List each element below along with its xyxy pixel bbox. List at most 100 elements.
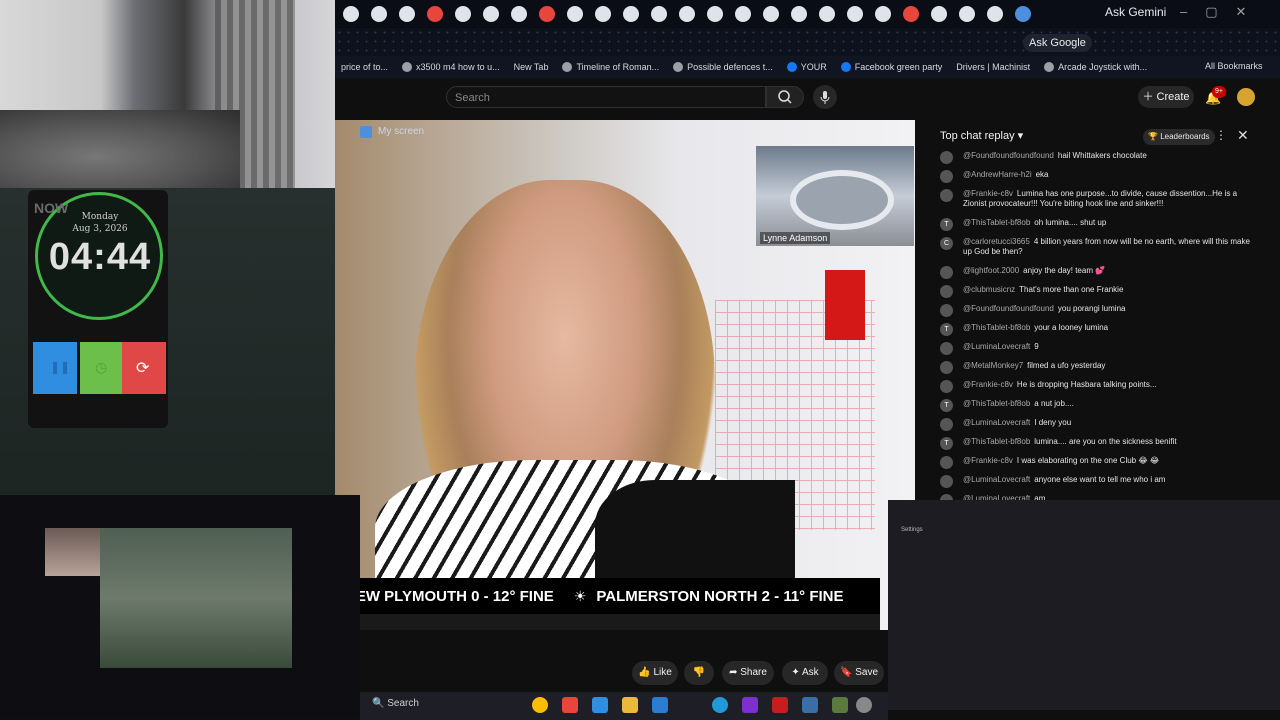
chat-author[interactable]: @Foundfoundfoundfound	[963, 304, 1054, 313]
chat-author[interactable]: @LuminaLovecraft	[963, 475, 1030, 484]
chat-author[interactable]: @Frankie-c8v	[963, 456, 1013, 465]
search-button[interactable]	[766, 86, 804, 108]
tab-favicon[interactable]	[371, 6, 387, 22]
search-input[interactable]: Search	[446, 86, 766, 108]
chat-avatar[interactable]: T	[940, 323, 953, 336]
tab-favicon[interactable]	[399, 6, 415, 22]
bookmark-item[interactable]: Possible defences t...	[673, 62, 773, 72]
mic-button[interactable]	[813, 85, 837, 109]
tab-favicon[interactable]	[623, 6, 639, 22]
save-button[interactable]: 🔖 Save	[834, 661, 884, 685]
chat-title[interactable]: Top chat replay ▾	[940, 129, 1023, 142]
tab-favicon[interactable]	[931, 6, 947, 22]
pause-button[interactable]: ❚❚	[33, 342, 77, 394]
taskbar-search[interactable]: 🔍 Search	[372, 698, 419, 709]
chat-avatar[interactable]: C	[940, 237, 953, 250]
tab-favicon[interactable]	[735, 6, 751, 22]
chat-author[interactable]: @Foundfoundfoundfound	[963, 151, 1054, 160]
all-bookmarks-button[interactable]: All Bookmarks	[1205, 61, 1263, 71]
like-button[interactable]: 👍 Like	[632, 661, 678, 685]
bookmark-item[interactable]: price of to...	[341, 62, 388, 72]
chat-author[interactable]: @Frankie-c8v	[963, 189, 1013, 198]
bookmark-item[interactable]: Timeline of Roman...	[562, 62, 659, 72]
tab-favicon[interactable]	[483, 6, 499, 22]
more-icon[interactable]: ⋮	[1215, 128, 1227, 142]
telegram-icon[interactable]	[712, 697, 728, 713]
chat-author[interactable]: @clubmusicnz	[963, 285, 1015, 294]
tab-favicon[interactable]	[455, 6, 471, 22]
chat-avatar[interactable]: T	[940, 218, 953, 231]
chat-avatar[interactable]	[940, 170, 953, 183]
app-icon[interactable]	[832, 697, 848, 713]
app-icon[interactable]	[592, 697, 608, 713]
app-icon[interactable]	[562, 697, 578, 713]
chat-author[interactable]: @ThisTablet-bf8ob	[963, 323, 1030, 332]
reset-button[interactable]: ⟳	[122, 342, 166, 394]
tab-favicon[interactable]	[791, 6, 807, 22]
bookmark-item[interactable]: Drivers | Machinist	[956, 62, 1030, 72]
tab-favicon[interactable]	[847, 6, 863, 22]
chat-author[interactable]: @MetalMonkey7	[963, 361, 1023, 370]
chat-avatar[interactable]	[940, 151, 953, 164]
edge-icon[interactable]	[652, 697, 668, 713]
chat-avatar[interactable]: T	[940, 437, 953, 450]
bookmark-item[interactable]: Arcade Joystick with...	[1044, 62, 1147, 72]
chat-avatar[interactable]	[940, 418, 953, 431]
tab-favicon[interactable]	[1015, 6, 1031, 22]
chat-avatar[interactable]: T	[940, 399, 953, 412]
chat-avatar[interactable]	[940, 304, 953, 317]
timer-button[interactable]: ◷	[80, 342, 124, 394]
chat-avatar[interactable]	[940, 361, 953, 374]
ask-gemini-button[interactable]: Ask Gemini	[1105, 5, 1166, 19]
leaderboards-button[interactable]: 🏆 Leaderboards	[1143, 129, 1215, 145]
bookmark-item[interactable]: New Tab	[514, 62, 549, 72]
share-button[interactable]: ➦ Share	[722, 661, 774, 685]
chat-avatar[interactable]	[940, 285, 953, 298]
chat-author[interactable]: @ThisTablet-bf8ob	[963, 218, 1030, 227]
chat-avatar[interactable]	[940, 475, 953, 488]
bookmark-item[interactable]: Facebook green party	[840, 62, 942, 72]
chat-avatar[interactable]	[940, 189, 953, 202]
tab-favicon[interactable]	[427, 6, 443, 22]
chat-author[interactable]: @ThisTablet-bf8ob	[963, 399, 1030, 408]
chat-avatar[interactable]	[940, 342, 953, 355]
chat-author[interactable]: @Frankie-c8v	[963, 380, 1013, 389]
close-icon[interactable]: ✕	[1237, 127, 1249, 144]
tab-favicon[interactable]	[763, 6, 779, 22]
ask-google-button[interactable]: Ask Google	[1023, 34, 1092, 52]
settings-icon[interactable]	[856, 697, 872, 713]
chat-author[interactable]: @carloretucci3665	[963, 237, 1030, 246]
tab-favicon[interactable]	[819, 6, 835, 22]
tab-favicon[interactable]	[875, 6, 891, 22]
bookmark-item[interactable]: x3500 m4 how to u...	[402, 62, 500, 72]
tab-favicon[interactable]	[987, 6, 1003, 22]
window-controls[interactable]: –▢✕	[1180, 4, 1264, 20]
tab-favicon[interactable]	[343, 6, 359, 22]
ask-button[interactable]: ✦ Ask	[782, 661, 828, 685]
tab-favicon[interactable]	[511, 6, 527, 22]
app-icon[interactable]	[742, 697, 758, 713]
tab-favicon[interactable]	[707, 6, 723, 22]
tab-favicon[interactable]	[679, 6, 695, 22]
tab-favicon[interactable]	[567, 6, 583, 22]
avatar[interactable]	[1237, 88, 1255, 106]
chat-author[interactable]: @lightfoot.2000	[963, 266, 1019, 275]
app-icon[interactable]	[772, 697, 788, 713]
tab-favicon[interactable]	[595, 6, 611, 22]
bookmark-item[interactable]: YOUR	[786, 62, 827, 72]
chat-avatar[interactable]	[940, 456, 953, 469]
tab-favicon[interactable]	[651, 6, 667, 22]
chat-author[interactable]: @LuminaLovecraft	[963, 418, 1030, 427]
app-icon[interactable]	[802, 697, 818, 713]
chrome-icon[interactable]	[532, 697, 548, 713]
chat-author[interactable]: @ThisTablet-bf8ob	[963, 437, 1030, 446]
dislike-button[interactable]: 👎	[684, 661, 714, 685]
tab-favicon[interactable]	[903, 6, 919, 22]
chat-author[interactable]: @AndrewHarre-h2i	[963, 170, 1032, 179]
tab-favicon[interactable]	[539, 6, 555, 22]
chat-author[interactable]: @LuminaLovecraft	[963, 342, 1030, 351]
chat-avatar[interactable]	[940, 266, 953, 279]
tab-favicon[interactable]	[959, 6, 975, 22]
create-button[interactable]: ＋ Create	[1138, 86, 1194, 108]
file-explorer-icon[interactable]	[622, 697, 638, 713]
